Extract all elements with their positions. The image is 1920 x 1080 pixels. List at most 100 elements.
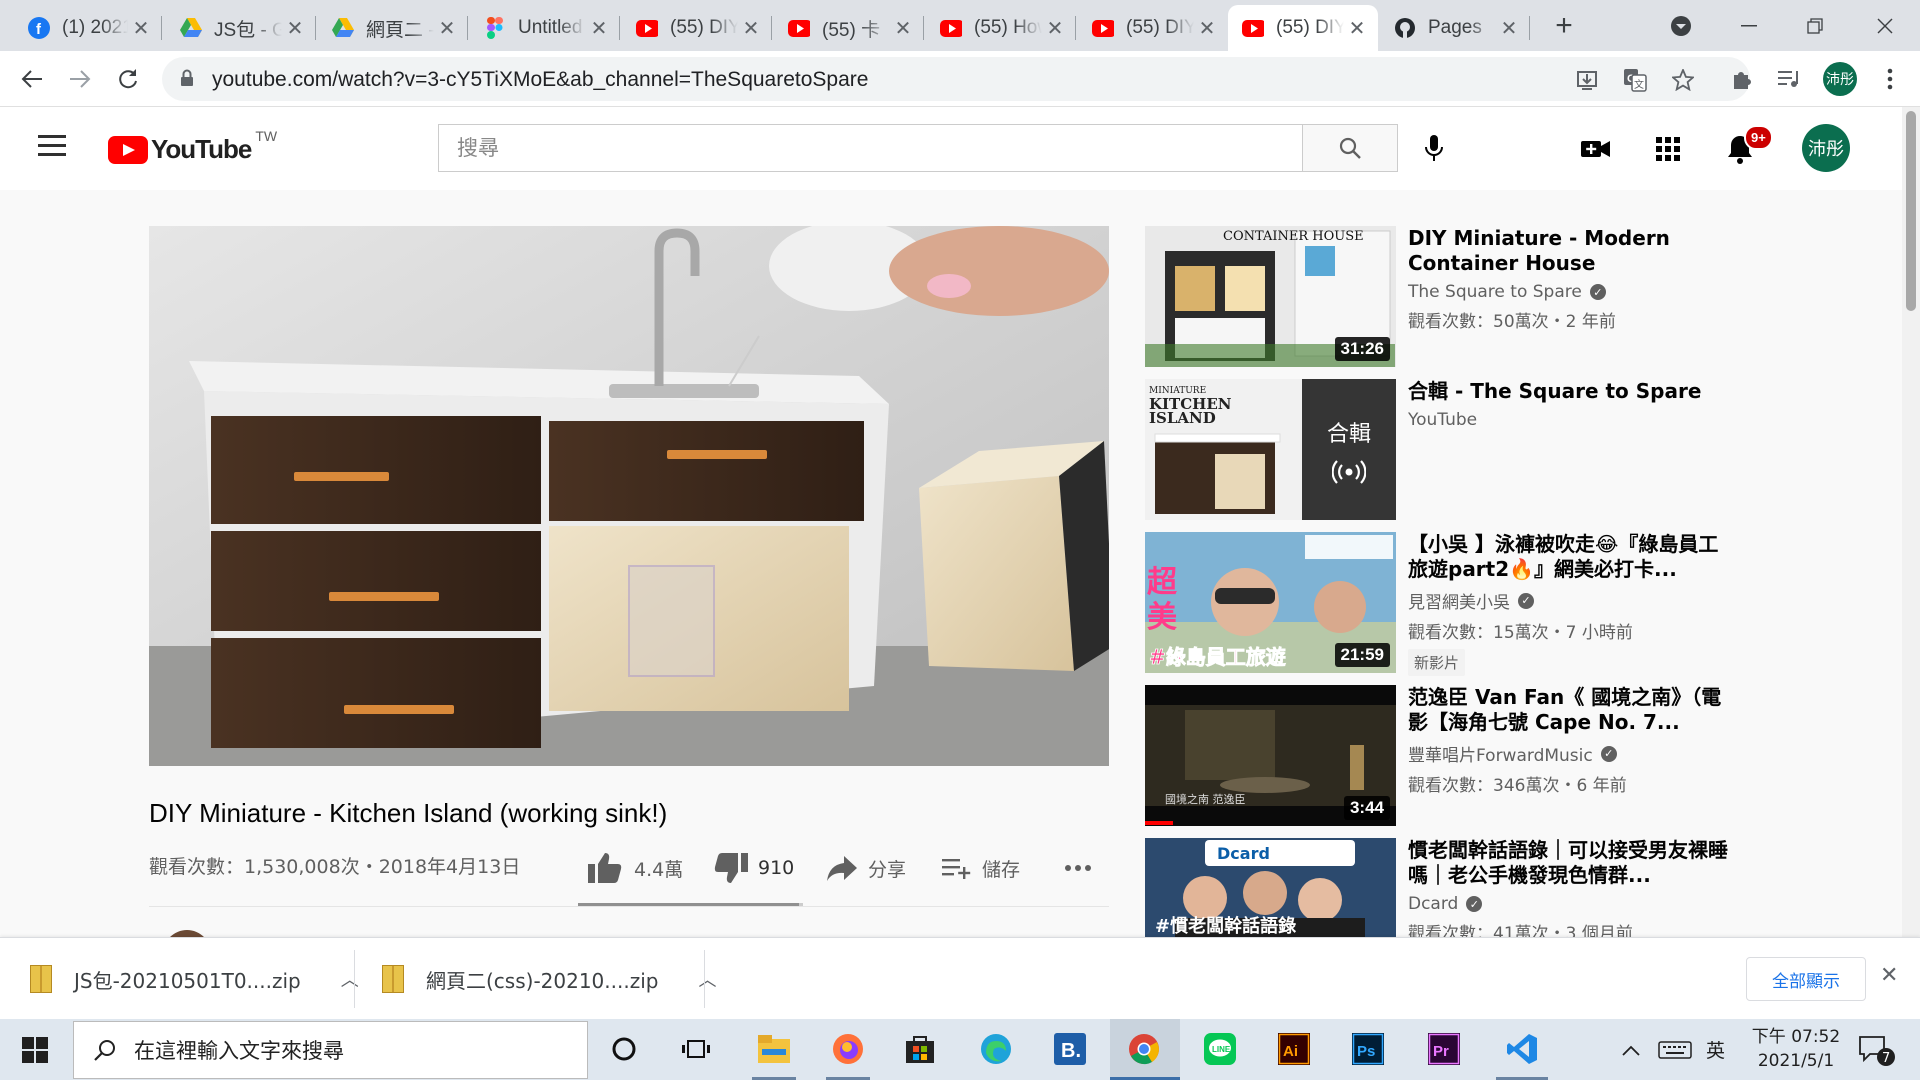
hamburger-menu-icon[interactable] [38,135,66,157]
recommendation-channel[interactable]: 豐華唱片ForwardMusic ✓ [1408,741,1728,766]
browser-tab[interactable]: JS包 - Google ✕ [166,5,316,51]
chevron-up-icon[interactable]: ︿ [341,966,359,992]
firefox-icon[interactable] [828,1029,868,1069]
browser-tab[interactable]: (55) 卡 ✕ [774,5,924,51]
input-method-indicator[interactable]: 英 [1706,1019,1725,1080]
brackets-icon[interactable]: B. [1050,1029,1090,1069]
system-clock[interactable]: 下午 07:52 2021/5/1 [1736,1025,1856,1073]
close-icon[interactable]: ✕ [282,16,308,41]
recommendation-channel[interactable]: 見習網美小吳 ✓ [1408,588,1728,613]
close-icon[interactable]: ✕ [128,16,154,41]
recommendation-channel[interactable]: The Square to Spare ✓ [1408,282,1728,302]
media-control-button[interactable] [1770,59,1810,99]
chevron-up-icon[interactable]: ︿ [698,966,716,992]
install-app-icon[interactable] [1574,67,1600,93]
photoshop-icon[interactable]: Ps [1348,1029,1388,1069]
show-all-downloads-button[interactable]: 全部顯示 [1746,957,1866,1001]
new-tab-button[interactable]: + [1544,0,1584,51]
task-view-icon[interactable] [676,1029,716,1069]
edge-icon[interactable] [976,1029,1016,1069]
create-video-button[interactable] [1578,131,1614,167]
action-center-icon[interactable]: 7 [1856,1033,1896,1067]
apps-grid-button[interactable] [1650,131,1686,167]
share-button[interactable]: 分享 [826,850,906,886]
close-icon[interactable]: ✕ [1042,16,1068,41]
dislike-button[interactable]: 910 [712,850,794,886]
recommendation-item[interactable]: 超 美 #綠島員工旅遊 21:59 【小吳 】泳褲被吹走😂『綠島員工旅遊part… [1145,532,1885,676]
recommendation-item[interactable]: CONTAINER HOUSE 31:26 DIY Miniature - Mo… [1145,226,1885,369]
close-icon[interactable]: ✕ [586,16,612,41]
more-actions-button[interactable] [1064,850,1102,886]
close-window-button[interactable] [1862,0,1908,51]
reload-button[interactable] [108,59,148,99]
illustrator-icon[interactable]: Ai [1274,1029,1314,1069]
restore-button[interactable] [1792,0,1838,51]
close-icon[interactable]: ✕ [1194,16,1220,41]
download-item[interactable]: 網頁二(css)-20210....zip ︿ [382,952,716,1006]
premiere-icon[interactable]: Pr [1424,1029,1464,1069]
line-icon[interactable]: LINE [1200,1029,1240,1069]
profile-avatar[interactable]: 沛彤 [1823,62,1857,96]
show-hidden-icons[interactable] [1622,1019,1640,1080]
video-thumbnail[interactable]: 國境之南 范逸臣 3:44 [1145,685,1396,826]
recommendation-item[interactable]: MINIATURE KITCHEN ISLAND 合輯 合輯 - The Squ… [1145,379,1885,522]
recommendation-item[interactable]: Dcard #慣老闆幹話語錄 慣老闆幹話語錄｜可以接受男友裸睡嗎｜老公手機發現色… [1145,838,1885,937]
browser-tab[interactable]: Untitled ✕ [470,5,620,51]
recommendation-title[interactable]: DIY Miniature - Modern Container House [1408,226,1728,276]
video-player[interactable] [149,226,1109,766]
browser-tab[interactable]: (55) DIY ✕ [622,5,772,51]
browser-tab[interactable]: Pages ✕ [1380,5,1530,51]
browser-tab[interactable]: (55) DIY ✕ [1078,5,1228,51]
scrollbar-thumb[interactable] [1906,111,1916,311]
tab-search-button[interactable] [1664,0,1698,51]
youtube-logo[interactable]: YouTube TW [108,128,277,165]
extensions-button[interactable] [1722,59,1762,99]
forward-button[interactable] [60,59,100,99]
back-button[interactable] [12,59,52,99]
search-button[interactable] [1302,124,1398,172]
mix-thumbnail[interactable]: MINIATURE KITCHEN ISLAND 合輯 [1145,379,1396,520]
translate-icon[interactable]: G文 [1622,67,1648,93]
video-thumbnail[interactable]: Dcard #慣老闆幹話語錄 [1145,838,1396,937]
close-icon[interactable]: ✕ [434,16,460,41]
mix-overlay: 合輯 [1302,379,1396,520]
recommendation-channel[interactable]: Dcard ✓ [1408,894,1728,914]
minimize-button[interactable] [1726,0,1772,51]
voice-search-button[interactable] [1416,131,1452,167]
page-scrollbar[interactable] [1902,107,1920,937]
browser-tab-active[interactable]: (55) DIY ✕ [1228,5,1378,51]
address-bar[interactable]: youtube.com/watch?v=3-cY5TiXMoE&ab_chann… [162,57,1750,101]
vscode-icon[interactable] [1502,1029,1542,1069]
close-icon[interactable]: ✕ [890,16,916,41]
recommendation-channel[interactable]: YouTube [1408,410,1728,430]
close-icon[interactable]: ✕ [1880,962,1898,988]
browser-tab[interactable]: f (1) 2021 ✕ [14,5,162,51]
video-thumbnail[interactable]: 超 美 #綠島員工旅遊 21:59 [1145,532,1396,673]
recommendation-title[interactable]: 慣老闆幹話語錄｜可以接受男友裸睡嗎｜老公手機發現色情群... [1408,838,1728,888]
cortana-icon[interactable] [604,1029,644,1069]
microsoft-store-icon[interactable] [900,1029,940,1069]
keyboard-icon[interactable] [1658,1019,1692,1080]
video-thumbnail[interactable]: CONTAINER HOUSE 31:26 [1145,226,1396,367]
browser-tab[interactable]: 網頁二 - Google ✕ [318,5,468,51]
user-avatar[interactable]: 沛彤 [1802,124,1850,172]
windows-start-icon[interactable] [22,1037,48,1063]
like-button[interactable]: 4.4萬 [588,850,683,886]
recommendation-item[interactable]: 國境之南 范逸臣 3:44 范逸臣 Van Fan《 國境之南》（電影【海角七號… [1145,685,1885,828]
chrome-icon[interactable] [1124,1029,1164,1069]
recommendation-title[interactable]: 范逸臣 Van Fan《 國境之南》（電影【海角七號 Cape No. 7... [1408,685,1728,735]
close-icon[interactable]: ✕ [1496,16,1522,41]
file-explorer-icon[interactable] [754,1029,794,1069]
close-icon[interactable]: ✕ [738,16,764,41]
recommendation-title[interactable]: 【小吳 】泳褲被吹走😂『綠島員工旅遊part2🔥』網美必打卡... [1408,532,1728,582]
youtube-play-icon [108,135,148,164]
close-icon[interactable]: ✕ [1344,16,1370,41]
browser-menu-button[interactable] [1870,59,1910,99]
search-input[interactable] [439,125,1302,171]
recommendation-title[interactable]: 合輯 - The Square to Spare [1408,379,1728,404]
save-button[interactable]: 儲存 [942,850,1020,886]
taskbar-search-box[interactable]: 在這裡輸入文字來搜尋 [73,1021,588,1079]
download-item[interactable]: JS包-20210501T0....zip ︿ [30,952,359,1006]
browser-tab[interactable]: (55) How ✕ [926,5,1076,51]
bookmark-star-icon[interactable] [1670,67,1696,93]
